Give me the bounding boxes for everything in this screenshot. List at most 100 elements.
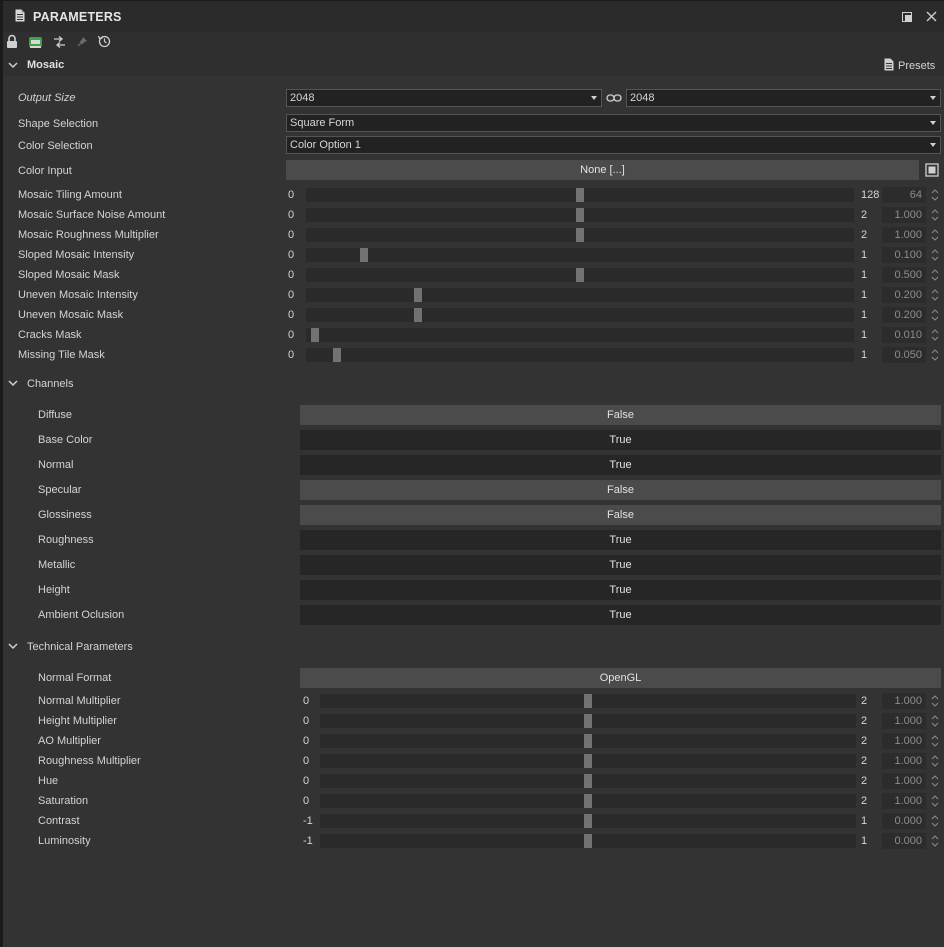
spinner-arrows-icon[interactable] (931, 834, 939, 848)
channel-metallic-toggle[interactable]: True (300, 555, 941, 575)
slider-handle[interactable] (576, 228, 584, 242)
mosaic-roughness-multiplier-value-field[interactable]: 1.000 (882, 227, 926, 243)
ao-multiplier-slider[interactable] (320, 734, 856, 748)
slider-handle[interactable] (360, 248, 368, 262)
spinner-arrows-icon[interactable] (931, 308, 939, 322)
slider-handle[interactable] (584, 834, 592, 848)
channel-glossiness-toggle[interactable]: False (300, 505, 941, 525)
normal-multiplier-slider[interactable] (320, 694, 856, 708)
channels-section-title[interactable]: Channels (27, 378, 73, 390)
mosaic-surface-noise-amount-value-field[interactable]: 1.000 (882, 207, 926, 223)
channel-normal-toggle[interactable]: True (300, 455, 941, 475)
uneven-mosaic-mask-slider[interactable] (306, 308, 854, 322)
mosaic-tiling-amount-slider[interactable] (306, 188, 854, 202)
spinner-arrows-icon[interactable] (931, 794, 939, 808)
spinner-arrows-icon[interactable] (931, 228, 939, 242)
float-window-icon[interactable] (902, 12, 912, 22)
luminosity-value-field[interactable]: 0.000 (882, 833, 926, 849)
close-icon[interactable] (926, 11, 937, 22)
channel-base-color-toggle[interactable]: True (300, 430, 941, 450)
slider-handle[interactable] (414, 308, 422, 322)
mosaic-tiling-amount-value-field[interactable]: 64 (882, 187, 926, 203)
spinner-arrows-icon[interactable] (931, 714, 939, 728)
slider-handle[interactable] (414, 288, 422, 302)
hue-value-field[interactable]: 1.000 (882, 773, 926, 789)
sloped-mosaic-mask-value-field[interactable]: 0.500 (882, 267, 926, 283)
height-multiplier-slider[interactable] (320, 714, 856, 728)
reset-icon[interactable] (98, 35, 111, 48)
channel-ambient-oclusion-toggle[interactable]: True (300, 605, 941, 625)
slider-handle[interactable] (333, 348, 341, 362)
chevron-down-icon[interactable] (6, 376, 20, 390)
contrast-slider[interactable] (320, 814, 856, 828)
cracks-mask-value-field[interactable]: 0.010 (882, 327, 926, 343)
sloped-mosaic-intensity-value-field[interactable]: 0.100 (882, 247, 926, 263)
normal-multiplier-value-field[interactable]: 1.000 (882, 693, 926, 709)
lock-icon[interactable] (6, 34, 18, 49)
presets-icon[interactable] (884, 58, 894, 71)
spinner-arrows-icon[interactable] (931, 268, 939, 282)
missing-tile-mask-value-field[interactable]: 0.050 (882, 347, 926, 363)
channel-specular-toggle[interactable]: False (300, 480, 941, 500)
spinner-arrows-icon[interactable] (931, 248, 939, 262)
spinner-arrows-icon[interactable] (931, 774, 939, 788)
output-width-dropdown[interactable]: 2048 (286, 89, 602, 107)
mosaic-surface-noise-amount-slider[interactable] (306, 208, 854, 222)
contrast-value-field[interactable]: 0.000 (882, 813, 926, 829)
spinner-arrows-icon[interactable] (931, 188, 939, 202)
mosaic-roughness-multiplier-slider[interactable] (306, 228, 854, 242)
spinner-arrows-icon[interactable] (931, 288, 939, 302)
node-icon[interactable] (28, 35, 43, 49)
slider-handle[interactable] (584, 714, 592, 728)
roughness-multiplier-slider[interactable] (320, 754, 856, 768)
channel-height-toggle[interactable]: True (300, 580, 941, 600)
missing-tile-mask-slider[interactable] (306, 348, 854, 362)
slider-handle[interactable] (584, 694, 592, 708)
spinner-arrows-icon[interactable] (931, 754, 939, 768)
channel-roughness-toggle[interactable]: True (300, 530, 941, 550)
roughness-multiplier-value-field[interactable]: 1.000 (882, 753, 926, 769)
saturation-slider[interactable] (320, 794, 856, 808)
color-selection-dropdown[interactable]: Color Option 1 (286, 136, 941, 154)
slider-handle[interactable] (584, 794, 592, 808)
spinner-arrows-icon[interactable] (931, 208, 939, 222)
uneven-mosaic-intensity-value-field[interactable]: 0.200 (882, 287, 926, 303)
slider-handle[interactable] (576, 208, 584, 222)
spinner-arrows-icon[interactable] (931, 328, 939, 342)
presets-button[interactable]: Presets (898, 60, 935, 72)
output-height-dropdown[interactable]: 2048 (626, 89, 941, 107)
height-multiplier-value-field[interactable]: 1.000 (882, 713, 926, 729)
chevron-down-icon[interactable] (6, 58, 20, 72)
pin-icon[interactable] (77, 36, 88, 47)
sloped-mosaic-mask-slider[interactable] (306, 268, 854, 282)
link-chain-icon[interactable] (606, 92, 622, 104)
uneven-mosaic-mask-value-field[interactable]: 0.200 (882, 307, 926, 323)
spinner-arrows-icon[interactable] (931, 694, 939, 708)
slider-handle[interactable] (576, 268, 584, 282)
saturation-value-field[interactable]: 1.000 (882, 793, 926, 809)
slider-handle[interactable] (584, 814, 592, 828)
mosaic-section-header[interactable] (3, 54, 944, 76)
hue-slider[interactable] (320, 774, 856, 788)
slider-handle[interactable] (584, 754, 592, 768)
luminosity-slider[interactable] (320, 834, 856, 848)
channel-diffuse-toggle[interactable]: False (300, 405, 941, 425)
image-input-icon[interactable] (925, 163, 939, 177)
slider-handle[interactable] (584, 774, 592, 788)
spinner-arrows-icon[interactable] (931, 348, 939, 362)
normal-format-button[interactable]: OpenGL (300, 668, 941, 688)
spinner-arrows-icon[interactable] (931, 814, 939, 828)
cracks-mask-slider[interactable] (306, 328, 854, 342)
slider-handle[interactable] (311, 328, 319, 342)
slider-handle[interactable] (584, 734, 592, 748)
link-toggle-icon[interactable] (53, 36, 66, 48)
color-input-button[interactable]: None [...] (286, 160, 919, 180)
uneven-mosaic-intensity-slider[interactable] (306, 288, 854, 302)
technical-section-title[interactable]: Technical Parameters (27, 641, 133, 653)
shape-selection-dropdown[interactable]: Square Form (286, 114, 941, 132)
chevron-down-icon[interactable] (6, 639, 20, 653)
sloped-mosaic-intensity-slider[interactable] (306, 248, 854, 262)
slider-handle[interactable] (576, 188, 584, 202)
spinner-arrows-icon[interactable] (931, 734, 939, 748)
ao-multiplier-value-field[interactable]: 1.000 (882, 733, 926, 749)
